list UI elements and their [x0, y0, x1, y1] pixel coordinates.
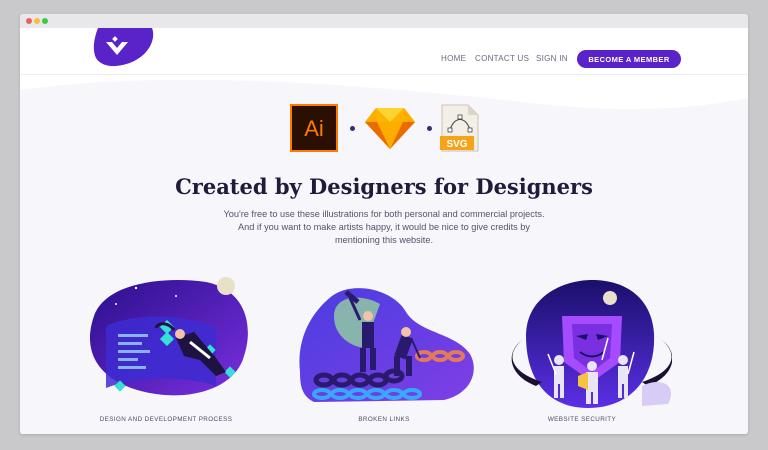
separator-dot — [350, 126, 355, 131]
sketch-icon — [365, 108, 415, 149]
card-label: DESIGN AND DEVELOPMENT PROCESS — [99, 416, 233, 423]
browser-window: HOME CONTACT US SIGN IN BECOME A MEMBER … — [20, 14, 748, 434]
close-window-button[interactable] — [26, 18, 32, 24]
broken-links-illustration — [299, 288, 474, 402]
tool-icons-row: Ai SVG — [20, 104, 748, 154]
svg-file-icon: SVG — [440, 104, 479, 152]
window-titlebar — [20, 14, 748, 28]
landing-page: HOME CONTACT US SIGN IN BECOME A MEMBER … — [20, 28, 748, 434]
illustration-card-broken-links[interactable]: BROKEN LINKS — [294, 276, 474, 426]
minimize-window-button[interactable] — [34, 18, 40, 24]
svg-text:SVG: SVG — [446, 139, 467, 150]
description-line: And if you want to make artists happy, i… — [238, 222, 530, 232]
illustration-card-design[interactable]: DESIGN AND DEVELOPMENT PROCESS — [76, 276, 256, 426]
website-security-illustration — [511, 280, 672, 408]
description-line: You're free to use these illustrations f… — [223, 209, 545, 219]
illustration-card-security[interactable]: WEBSITE SECURITY — [492, 276, 672, 426]
illustrator-icon: Ai — [290, 104, 338, 152]
site-logo[interactable] — [92, 28, 156, 74]
card-label: WEBSITE SECURITY — [547, 416, 617, 423]
nav-signin-link[interactable]: SIGN IN — [536, 54, 568, 63]
separator-dot — [427, 126, 432, 131]
card-label: BROKEN LINKS — [358, 416, 410, 423]
page-description: You're free to use these illustrations f… — [214, 208, 554, 247]
top-navigation: HOME CONTACT US SIGN IN BECOME A MEMBER — [20, 28, 748, 75]
description-line: mentioning this website. — [334, 235, 434, 245]
nav-home-link[interactable]: HOME — [441, 54, 466, 63]
maximize-window-button[interactable] — [42, 18, 48, 24]
svg-text:Ai: Ai — [304, 116, 324, 141]
become-member-button[interactable]: BECOME A MEMBER — [577, 50, 681, 68]
design-process-illustration — [89, 277, 248, 396]
page-title: Created by Designers for Designers — [175, 174, 593, 199]
nav-contact-link[interactable]: CONTACT US — [475, 54, 529, 63]
